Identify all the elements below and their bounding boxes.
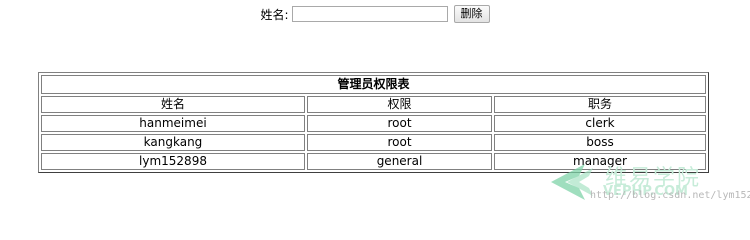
table-caption-row: 管理员权限表 <box>41 75 706 94</box>
cell-name: kangkang <box>41 134 305 151</box>
table-row: kangkang root boss <box>41 134 706 151</box>
name-input[interactable] <box>291 6 448 22</box>
header-permission: 权限 <box>307 96 492 113</box>
cell-position: clerk <box>494 115 706 132</box>
search-bar: 姓名: 删除 <box>0 5 750 23</box>
cell-name: hanmeimei <box>41 115 305 132</box>
watermark-brand-en: VEPHP.COM <box>603 184 688 199</box>
cell-position: boss <box>494 134 706 151</box>
cell-permission: general <box>307 153 492 170</box>
delete-button[interactable]: 删除 <box>453 5 490 23</box>
watermark-url: http://blog.csdn.net/lym152898 <box>590 190 750 201</box>
cell-name: lym152898 <box>41 153 305 170</box>
cell-position: manager <box>494 153 706 170</box>
header-name: 姓名 <box>41 96 305 113</box>
name-label: 姓名: <box>260 7 289 22</box>
table-caption: 管理员权限表 <box>41 75 706 94</box>
table-row: lym152898 general manager <box>41 153 706 170</box>
cell-permission: root <box>307 134 492 151</box>
table-row: hanmeimei root clerk <box>41 115 706 132</box>
cell-permission: root <box>307 115 492 132</box>
header-position: 职务 <box>494 96 706 113</box>
table-header-row: 姓名 权限 职务 <box>41 96 706 113</box>
admin-permission-table: 管理员权限表 姓名 权限 职务 hanmeimei root clerk kan… <box>38 72 709 173</box>
